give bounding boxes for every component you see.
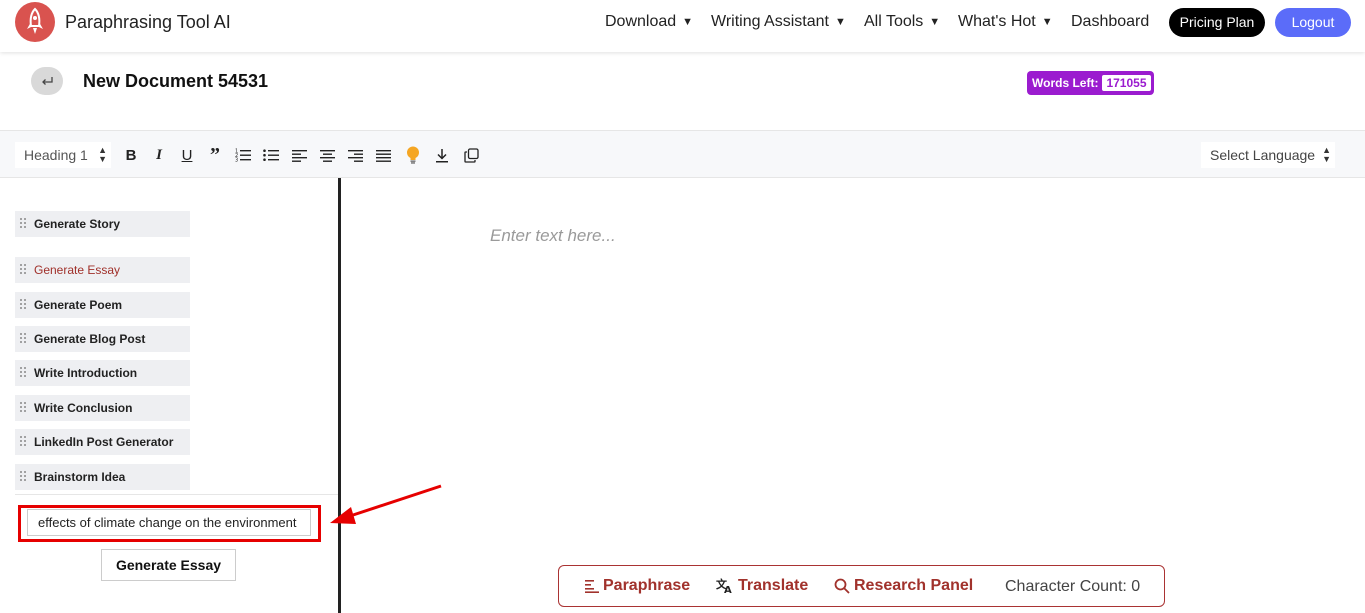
download-icon[interactable] [432, 145, 452, 165]
align-justify-icon[interactable] [373, 145, 393, 165]
editor-placeholder[interactable]: Enter text here... [490, 226, 616, 246]
drag-handle-icon[interactable] [20, 367, 26, 379]
brand-name[interactable]: Paraphrasing Tool AI [65, 12, 231, 33]
bullet-list-icon[interactable] [261, 145, 281, 165]
caret-down-icon: ▼ [682, 16, 694, 28]
sidebar-divider [15, 494, 338, 495]
translate-icon: 文A [716, 578, 732, 594]
paraphrase-button[interactable]: Paraphrase [585, 577, 690, 595]
panel-divider[interactable] [338, 178, 341, 613]
drag-handle-icon[interactable] [20, 264, 26, 276]
caret-down-icon: ▼ [834, 16, 846, 28]
tool-write-introduction[interactable]: Write Introduction [15, 360, 190, 386]
drag-handle-icon[interactable] [20, 333, 26, 345]
document-title[interactable]: New Document 54531 [83, 71, 268, 92]
editor-toolbar: Heading 1 ▲ ▼ B I U ” 123 Select Language… [0, 130, 1365, 178]
research-panel-button[interactable]: Research Panel [834, 577, 973, 595]
words-left-badge: Words Left: 171055 [1027, 71, 1154, 95]
editor-action-bar: Paraphrase 文A Translate Research Panel C… [558, 565, 1165, 607]
generate-essay-button[interactable]: Generate Essay [101, 549, 236, 581]
drag-handle-icon[interactable] [20, 218, 26, 230]
svg-text:3: 3 [235, 158, 238, 163]
drag-handle-icon[interactable] [20, 402, 26, 414]
tool-generate-blog-post[interactable]: Generate Blog Post [15, 326, 190, 352]
paraphrase-icon [585, 580, 599, 593]
nav-dashboard[interactable]: Dashboard [1071, 13, 1149, 31]
nav-whats-hot[interactable]: What's Hot ▼ [958, 13, 1053, 31]
align-center-icon[interactable] [317, 145, 337, 165]
select-arrows-icon: ▲ ▼ [98, 145, 107, 164]
italic-icon[interactable]: I [149, 145, 169, 165]
nav-all-tools[interactable]: All Tools ▼ [864, 13, 940, 31]
nav-download[interactable]: Download ▼ [605, 13, 693, 31]
logout-button[interactable]: Logout [1275, 8, 1351, 37]
ordered-list-icon[interactable]: 123 [233, 145, 253, 165]
caret-down-icon: ▼ [1041, 16, 1053, 28]
heading-select[interactable]: Heading 1 ▲ ▼ [15, 142, 111, 168]
select-arrows-icon: ▲ ▼ [1322, 145, 1331, 164]
character-count: Character Count: 0 [1005, 578, 1141, 595]
bold-icon[interactable]: B [121, 145, 141, 165]
words-left-count: 171055 [1102, 75, 1151, 91]
translate-button[interactable]: 文A Translate [716, 577, 808, 595]
words-left-label: Words Left: [1032, 76, 1099, 90]
drag-handle-icon[interactable] [20, 436, 26, 448]
nav-writing-assistant[interactable]: Writing Assistant ▼ [711, 13, 846, 31]
align-right-icon[interactable] [345, 145, 365, 165]
tool-linkedin-post-generator[interactable]: LinkedIn Post Generator [15, 429, 190, 455]
top-navbar: Paraphrasing Tool AI Download ▼ Writing A… [0, 0, 1365, 52]
drag-handle-icon[interactable] [20, 299, 26, 311]
lightbulb-icon[interactable] [403, 145, 423, 165]
drag-handle-icon[interactable] [20, 471, 26, 483]
rocket-logo-icon[interactable] [15, 2, 55, 42]
underline-icon[interactable]: U [177, 145, 197, 165]
return-arrow-icon [42, 77, 53, 85]
align-left-icon[interactable] [289, 145, 309, 165]
tool-brainstorm-idea[interactable]: Brainstorm Idea [15, 464, 190, 490]
tool-generate-poem[interactable]: Generate Poem [15, 292, 190, 318]
search-icon [834, 578, 850, 594]
tool-write-conclusion[interactable]: Write Conclusion [15, 395, 190, 421]
annotation-arrow-icon [330, 484, 442, 524]
tool-generate-essay[interactable]: Generate Essay [15, 257, 190, 283]
language-select[interactable]: Select Language ▲ ▼ [1201, 142, 1335, 168]
svg-text:A: A [724, 585, 732, 594]
copy-icon[interactable] [461, 145, 481, 165]
essay-topic-input[interactable] [27, 509, 311, 536]
pricing-plan-button[interactable]: Pricing Plan [1169, 8, 1265, 37]
caret-down-icon: ▼ [929, 16, 941, 28]
back-button[interactable] [31, 67, 63, 95]
quote-icon[interactable]: ” [205, 144, 225, 166]
tool-generate-story[interactable]: Generate Story [15, 211, 190, 237]
